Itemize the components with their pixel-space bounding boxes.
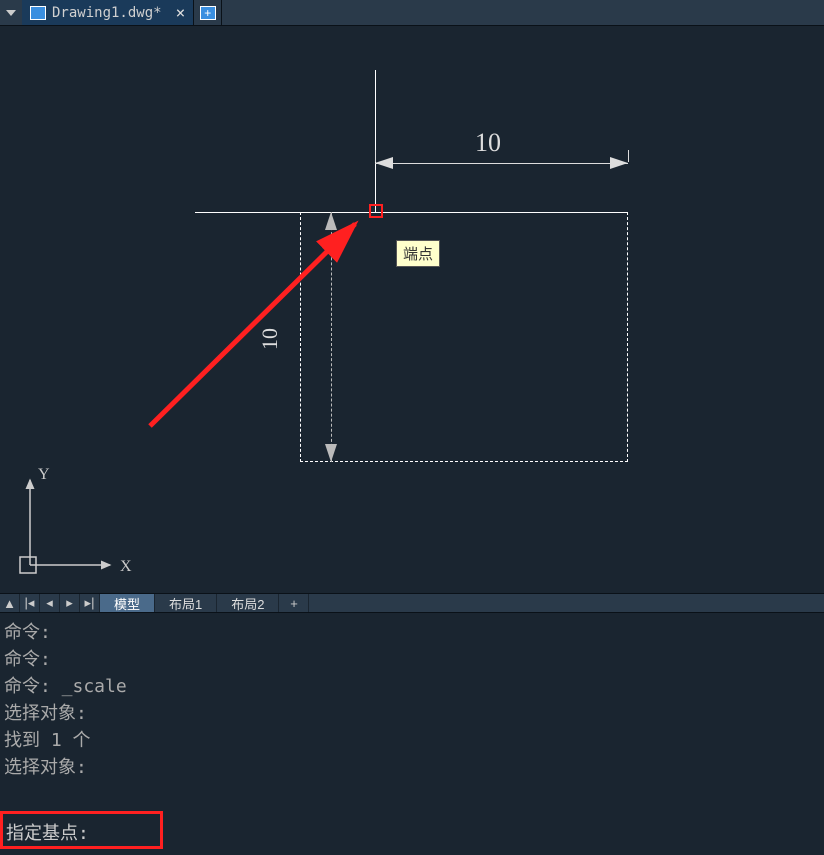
plus-icon: + bbox=[200, 6, 216, 20]
tab-menu-dropdown-icon[interactable] bbox=[6, 10, 16, 16]
new-tab-button[interactable]: + bbox=[194, 0, 222, 25]
ucs-x-label: X bbox=[120, 558, 132, 575]
arrowhead-right-icon bbox=[610, 157, 628, 169]
command-history-line: 找到 1 个 bbox=[4, 727, 820, 754]
dimension-tick bbox=[628, 150, 629, 162]
layout-tab-layout1[interactable]: 布局1 bbox=[155, 594, 217, 612]
dimension-horizontal-line bbox=[375, 163, 628, 164]
layout-nav-next-icon[interactable]: ▸ bbox=[60, 594, 80, 612]
close-tab-icon[interactable]: × bbox=[176, 3, 186, 22]
ucs-y-label: Y bbox=[38, 466, 50, 483]
layout-add-label: + bbox=[290, 596, 298, 611]
snap-endpoint-marker bbox=[369, 204, 383, 218]
command-history-line: 选择对象: bbox=[4, 754, 820, 781]
dimension-vertical-value: 10 bbox=[257, 328, 283, 350]
drawing-rectangle bbox=[300, 212, 628, 462]
drawing-canvas[interactable]: 10 10 端点 Y X bbox=[0, 26, 824, 593]
command-prompt: 指定基点: bbox=[6, 819, 89, 845]
layout-tab-model-label: 模型 bbox=[114, 594, 140, 613]
layout-add-button[interactable]: + bbox=[279, 594, 309, 612]
layout-tab-layout2-label: 布局2 bbox=[231, 594, 264, 613]
file-tab-label: Drawing1.dwg* bbox=[52, 5, 162, 21]
arrowhead-up-icon bbox=[325, 212, 337, 230]
layout-tab-layout1-label: 布局1 bbox=[169, 594, 202, 613]
arrowhead-left-icon bbox=[375, 157, 393, 169]
dimension-horizontal-value: 10 bbox=[475, 128, 501, 158]
command-line: 指定基点: bbox=[0, 810, 824, 854]
command-history-line: 命令: bbox=[4, 646, 820, 673]
file-tab-active[interactable]: Drawing1.dwg* × bbox=[22, 0, 194, 25]
command-history-line: 命令: bbox=[4, 619, 820, 646]
command-input[interactable] bbox=[93, 822, 493, 843]
layout-nav-prev-icon[interactable]: ◂ bbox=[40, 594, 60, 612]
layout-tab-layout2[interactable]: 布局2 bbox=[217, 594, 279, 612]
layout-nav-first-icon[interactable]: |◂ bbox=[20, 594, 40, 612]
snap-tooltip: 端点 bbox=[396, 240, 440, 267]
dwg-file-icon bbox=[30, 6, 46, 20]
dimension-vertical-line bbox=[331, 212, 332, 462]
layout-tab-bar: ▲ |◂ ◂ ▸ ▸| 模型 布局1 布局2 + bbox=[0, 593, 824, 613]
layout-tab-model[interactable]: 模型 bbox=[100, 594, 155, 612]
command-history-line: 命令: _scale bbox=[4, 673, 820, 700]
file-tab-bar: Drawing1.dwg* × + bbox=[0, 0, 824, 26]
arrowhead-down-icon bbox=[325, 444, 337, 462]
ucs-icon: Y X bbox=[10, 465, 140, 585]
layout-nav-last-icon[interactable]: ▸| bbox=[80, 594, 100, 612]
layout-nav-up-icon[interactable]: ▲ bbox=[0, 594, 20, 612]
command-history-line: 选择对象: bbox=[4, 700, 820, 727]
drawing-line-vertical bbox=[375, 70, 376, 213]
command-history: 命令: 命令: 命令: _scale 选择对象: 找到 1 个 选择对象: bbox=[0, 613, 824, 810]
